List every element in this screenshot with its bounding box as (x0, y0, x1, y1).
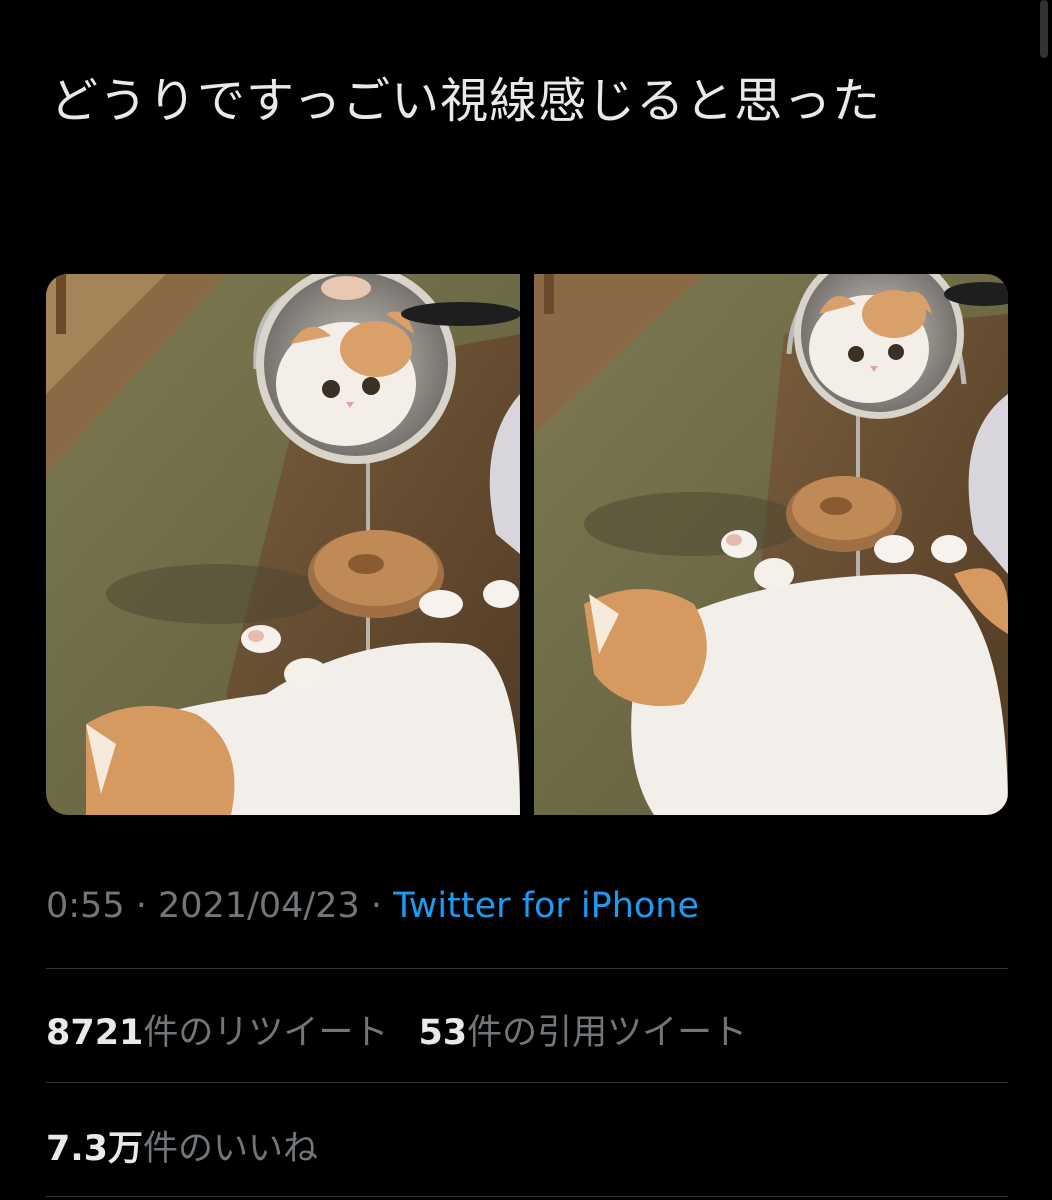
tweet-time: 0:55 (46, 886, 125, 926)
meta-separator: · (370, 886, 383, 926)
likes-link[interactable]: 7.3万件のいいね (46, 1129, 318, 1169)
retweets-link[interactable]: 8721件のリツイート (46, 1013, 388, 1053)
tweet-text: どうりですっごい視線感じると思った (50, 73, 882, 129)
divider (46, 1082, 1008, 1083)
scrollbar[interactable] (1040, 0, 1048, 58)
likes-label: 件のいいね (143, 1129, 319, 1169)
tweet-source-link[interactable]: Twitter for iPhone (393, 886, 699, 926)
tweet-detail-page: どうりですっごい視線感じると思った 0:55 · 2021/04/23 · Tw… (0, 0, 1052, 1200)
tweet-date: 2021/04/23 (158, 886, 360, 926)
quote-tweets-link[interactable]: 53件の引用ツイート (418, 1013, 747, 1053)
retweets-label: 件のリツイート (143, 1013, 389, 1053)
tweet-metadata: 0:55 · 2021/04/23 · Twitter for iPhone (46, 886, 699, 926)
retweets-count: 8721 (46, 1013, 144, 1053)
quotes-label: 件の引用ツイート (467, 1013, 748, 1053)
photo-cat-mirror-1 (46, 274, 520, 815)
tweet-photo-1[interactable] (46, 274, 520, 815)
tweet-photo-2[interactable] (534, 274, 1008, 815)
divider (46, 1196, 1008, 1197)
divider (46, 968, 1008, 969)
likes-stats-row: 7.3万件のいいね (46, 1120, 318, 1171)
quotes-count: 53 (418, 1013, 468, 1053)
meta-separator: · (135, 886, 147, 926)
tweet-media-grid (46, 274, 1008, 815)
likes-count: 7.3万 (46, 1129, 144, 1169)
retweet-stats-row: 8721件のリツイート 53件の引用ツイート (46, 1004, 747, 1055)
photo-cat-mirror-2 (534, 274, 1008, 815)
